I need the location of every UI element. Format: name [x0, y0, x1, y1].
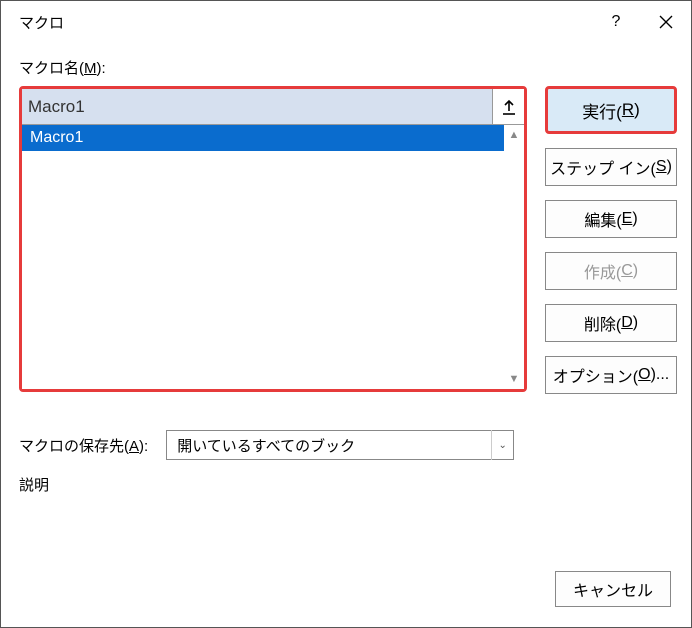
delete-button[interactable]: 削除(D) — [545, 304, 677, 342]
macro-name-label: マクロ名(M): — [19, 57, 677, 78]
macro-dialog: マクロ ? マクロ名(M): Macro — [0, 0, 692, 628]
create-button: 作成(C) — [545, 252, 677, 290]
list-scrollbar[interactable]: ▲ ▼ — [504, 125, 524, 389]
scroll-up-icon: ▲ — [509, 129, 520, 141]
scroll-down-icon: ▼ — [509, 373, 520, 385]
options-button[interactable]: オプション(O)... — [545, 356, 677, 394]
description-label: 説明 — [19, 474, 527, 495]
macro-name-area: Macro1 ▲ ▼ — [19, 86, 527, 392]
list-item[interactable]: Macro1 — [22, 125, 504, 151]
dialog-body: マクロ名(M): Macro1 ▲ — [1, 43, 691, 495]
macro-name-row — [22, 89, 524, 125]
store-label: マクロの保存先(A): — [19, 435, 148, 456]
dialog-title: マクロ — [19, 12, 591, 33]
titlebar: マクロ ? — [1, 1, 691, 43]
store-row: マクロの保存先(A): 開いているすべてのブック ⌄ — [19, 430, 527, 460]
store-selected-value: 開いているすべてのブック — [177, 435, 355, 456]
close-icon — [658, 14, 674, 30]
reference-icon — [502, 99, 516, 115]
help-button[interactable]: ? — [591, 1, 641, 43]
macro-name-input[interactable] — [22, 89, 492, 124]
reference-button[interactable] — [492, 89, 524, 124]
cancel-button[interactable]: キャンセル — [555, 571, 671, 607]
step-in-button[interactable]: ステップ イン(S) — [545, 148, 677, 186]
close-button[interactable] — [641, 1, 691, 43]
store-select[interactable]: 開いているすべてのブック ⌄ — [166, 430, 514, 460]
edit-button[interactable]: 編集(E) — [545, 200, 677, 238]
run-button[interactable]: 実行(R) — [545, 86, 677, 134]
macro-list[interactable]: Macro1 ▲ ▼ — [22, 125, 524, 389]
chevron-down-icon: ⌄ — [491, 430, 513, 460]
